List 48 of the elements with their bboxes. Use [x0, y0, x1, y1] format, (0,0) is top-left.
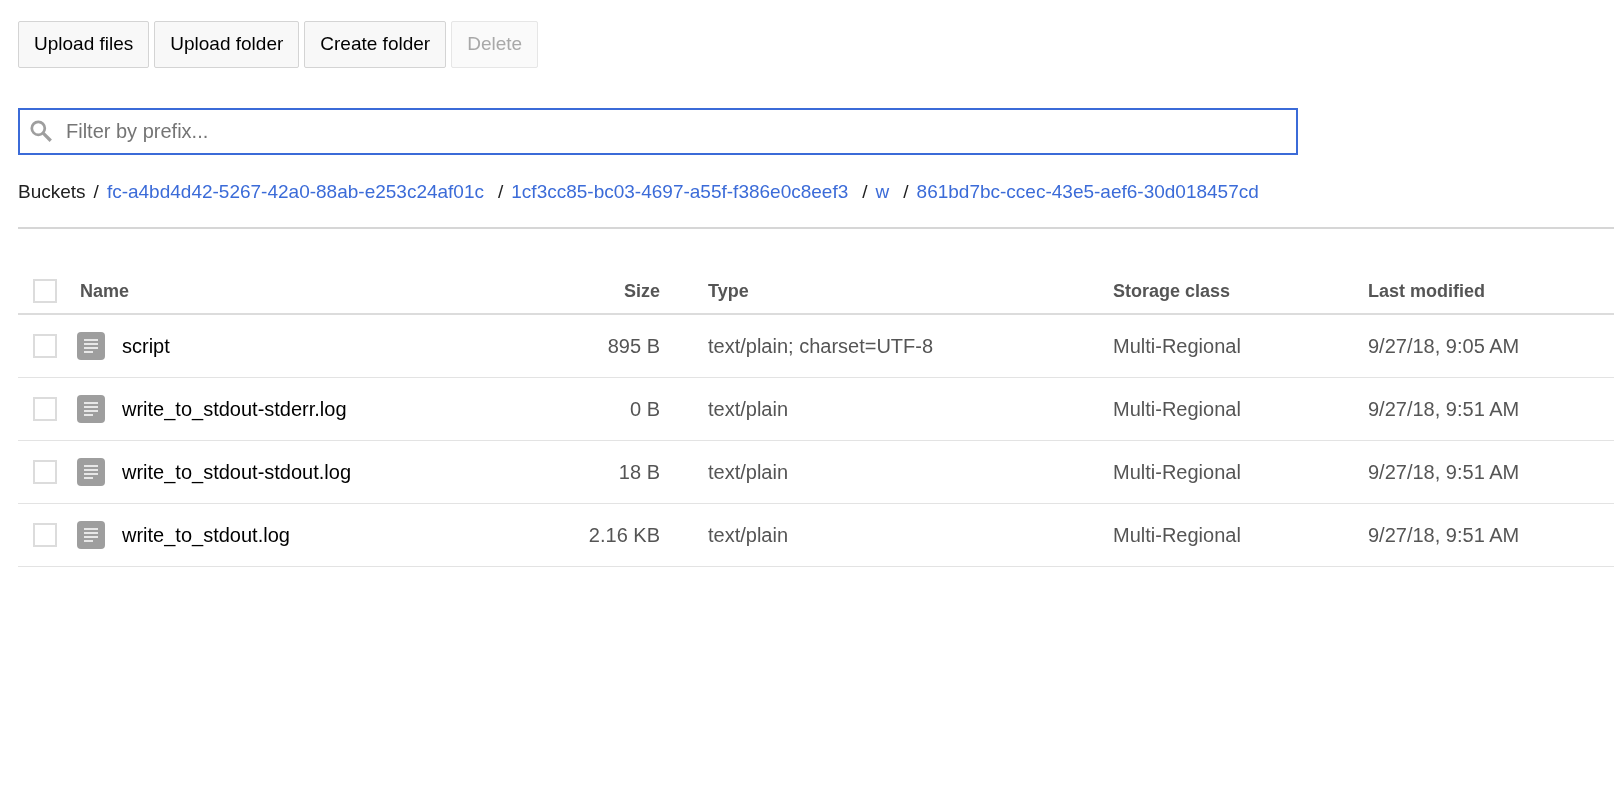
search-field[interactable]: Filter by prefix...: [18, 108, 1298, 155]
document-icon: [77, 521, 105, 549]
checkbox[interactable]: [33, 523, 57, 547]
file-name-link[interactable]: write_to_stdout-stdout.log: [122, 457, 352, 487]
column-header[interactable]: Last modified: [1368, 277, 1614, 305]
type-cell-text: text/plain: [707, 523, 790, 548]
type-cell-text: text/plain: [707, 460, 790, 485]
search-icon: [28, 118, 54, 144]
file-name-link[interactable]: write_to_stdout-stderr.log: [122, 394, 347, 424]
toolbar-button[interactable]: Upload files: [18, 21, 150, 68]
toolbar-button[interactable]: Create folder: [304, 21, 447, 68]
document-icon: [77, 332, 105, 360]
checkbox[interactable]: [33, 334, 57, 358]
checkbox[interactable]: [33, 460, 57, 484]
breadcrumb-separator: /: [862, 179, 868, 204]
checkbox[interactable]: [33, 279, 57, 303]
last-modified-cell-text: 9/27/18, 9:51 AM: [1368, 523, 1521, 548]
last-modified-cell-text: 9/27/18, 9:05 AM: [1368, 334, 1521, 359]
size-cell-text: 0 B: [629, 397, 660, 422]
last-modified-cell-text: 9/27/18, 9:51 AM: [1368, 397, 1521, 422]
size-cell-text: 895 B: [607, 334, 660, 359]
breadcrumb-link[interactable]: fc-a4bd4d42-5267-42a0-88ab-e253c24af01c: [106, 177, 484, 207]
file-name-link[interactable]: script: [122, 331, 170, 361]
size-cell-text: 2.16 KB: [588, 523, 660, 548]
breadcrumb-separator: /: [903, 179, 909, 204]
type-cell-text: text/plain: [707, 397, 790, 422]
breadcrumb-separator: /: [498, 179, 504, 204]
type-cell-text: text/plain; charset=UTF-8: [707, 334, 935, 359]
checkbox[interactable]: [33, 397, 57, 421]
breadcrumb-link[interactable]: 861bd7bc-ccec-43e5-aef6-30d018457cd: [916, 177, 1259, 207]
column-header[interactable]: Size: [623, 277, 660, 305]
storage-class-cell-text: Multi-Regional: [1113, 460, 1242, 485]
file-name-link[interactable]: write_to_stdout.log: [122, 520, 290, 550]
document-icon: [77, 458, 105, 486]
breadcrumb-separator: /: [93, 179, 99, 204]
column-header[interactable]: Storage class: [1113, 277, 1368, 305]
column-header[interactable]: Type: [660, 277, 1113, 305]
storage-class-cell-text: Multi-Regional: [1113, 334, 1242, 359]
size-cell-text: 18 B: [618, 460, 660, 485]
breadcrumb-link[interactable]: 1cf3cc85-bc03-4697-a55f-f386e0c8eef3: [511, 177, 849, 207]
column-header[interactable]: Name: [80, 277, 480, 305]
storage-class-cell-text: Multi-Regional: [1113, 523, 1242, 548]
document-icon: [77, 395, 105, 423]
toolbar-button[interactable]: Upload folder: [154, 21, 300, 68]
breadcrumb-root[interactable]: Buckets: [18, 177, 86, 207]
last-modified-cell-text: 9/27/18, 9:51 AM: [1368, 460, 1521, 485]
storage-class-cell-text: Multi-Regional: [1113, 397, 1242, 422]
breadcrumb-link[interactable]: w: [875, 177, 890, 207]
